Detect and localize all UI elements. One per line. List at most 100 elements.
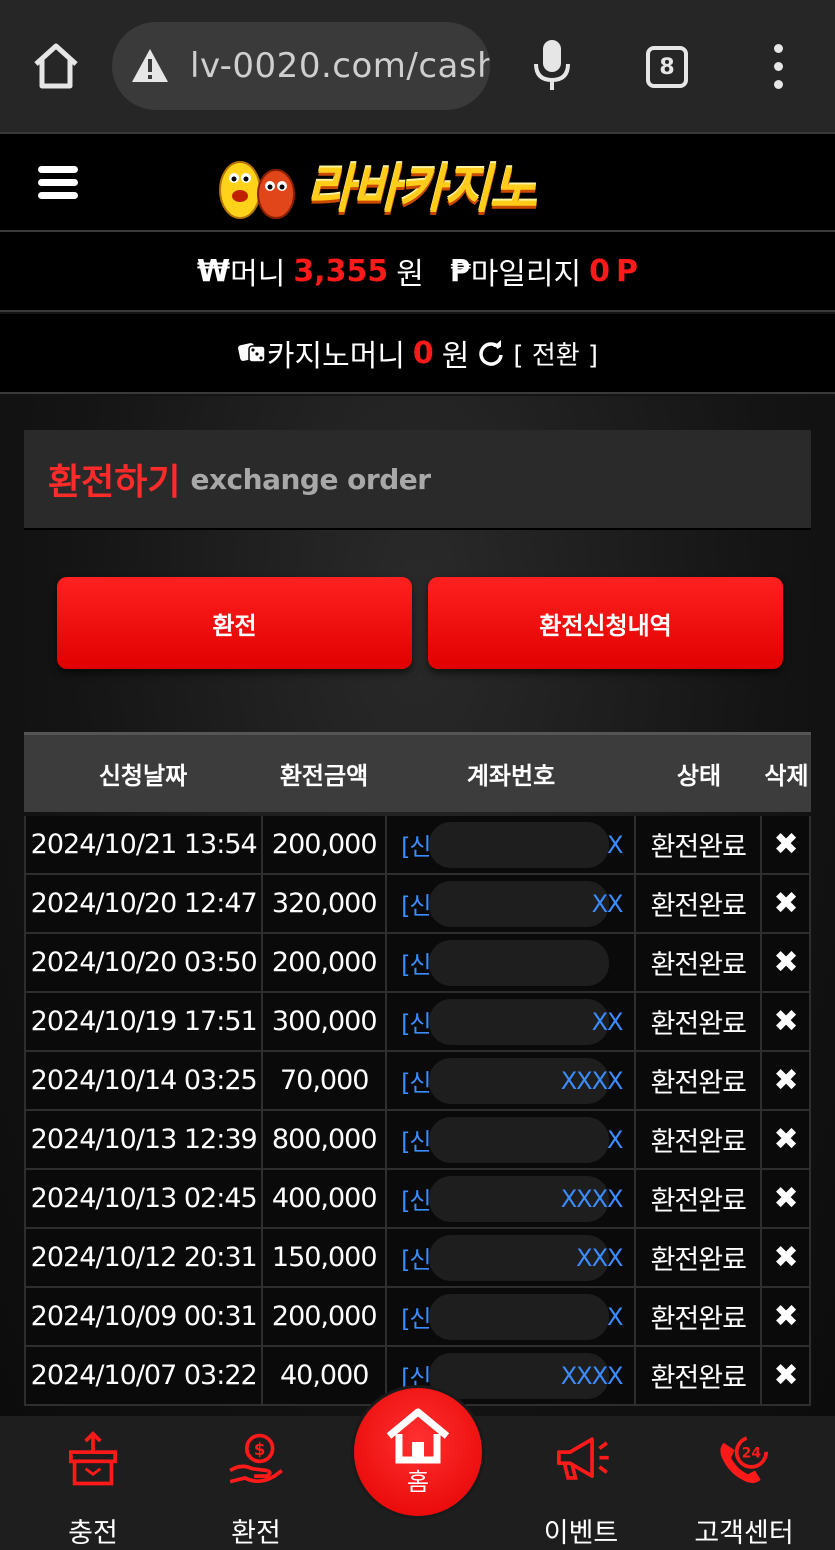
cell-amount: 300,000	[263, 993, 388, 1052]
cell-account[interactable]: [신한은	[387, 934, 637, 993]
account-prefix: [신	[401, 833, 431, 861]
svg-text:$: $	[254, 1440, 266, 1459]
nav-event-label: 이벤트	[543, 1518, 619, 1549]
account-suffix: XX	[591, 1007, 624, 1036]
deposit-box-icon	[69, 1431, 117, 1486]
redaction-mark	[429, 822, 610, 868]
mileage-label: 마일리지	[470, 257, 582, 292]
nav-charge-label: 충전	[68, 1518, 118, 1549]
cell-date: 2024/10/20 03:50	[26, 934, 264, 993]
cell-date: 2024/10/12 20:31	[26, 1229, 264, 1288]
cell-account[interactable]: [신한은XXXX	[387, 1052, 637, 1111]
cell-date: 2024/10/14 03:25	[26, 1052, 264, 1111]
logo-text: 라바카지노	[306, 159, 537, 220]
table-row: 2024/10/14 03:2570,000[신한은XXXX환전완료✖	[24, 1052, 811, 1111]
url-text: lv-0020.com/cash	[190, 46, 490, 86]
section-subtitle: exchange order	[190, 462, 431, 496]
nav-home[interactable]: 홈	[354, 1388, 482, 1516]
header-account: 계좌번호	[466, 762, 556, 790]
casino-money-label: 카지노머니	[266, 339, 405, 374]
table-row: 2024/10/12 20:31150,000[신한은XXX환전완료✖	[24, 1229, 811, 1288]
casino-money-value: 0	[412, 335, 434, 371]
site-logo[interactable]: 라바카지노	[210, 142, 630, 226]
table-body: 2024/10/21 13:54 200,000 [신 X 환전완료 ✖ 2024/10/2…	[24, 816, 811, 1406]
casino-money-unit: 원	[441, 339, 470, 374]
redaction-mark	[429, 1117, 610, 1163]
delete-icon[interactable]: ✖	[762, 1229, 811, 1288]
cell-date: 2024/10/20 12:47	[26, 875, 264, 934]
delete-icon[interactable]: ✖	[762, 1052, 811, 1111]
nav-support-label: 고객센터	[694, 1518, 794, 1549]
tab-switcher-button[interactable]: 8	[646, 46, 688, 88]
delete-icon[interactable]: ✖	[762, 816, 811, 875]
cell-date: 2024/10/21 13:54	[26, 816, 264, 875]
nav-exchange-label: 환전	[231, 1518, 281, 1549]
cell-account[interactable]: [신한은행XX	[387, 993, 637, 1052]
cell-status: 환전완료	[636, 1229, 763, 1288]
home-icon[interactable]	[30, 40, 82, 92]
table-row: 2024/10/19 17:51300,000[신한은행XX환전완료✖	[24, 993, 811, 1052]
convert-button[interactable]: [ 전환 ]	[513, 335, 598, 372]
account-suffix: XXXX	[560, 1184, 624, 1213]
delete-icon[interactable]: ✖	[762, 934, 811, 993]
account-suffix: XXXX	[560, 1066, 624, 1095]
cell-amount: 200,000	[263, 816, 388, 875]
section-title-bar: 환전하기 exchange order	[24, 430, 811, 530]
cell-account[interactable]: [신 X	[387, 816, 637, 875]
cell-amount: 320,000	[263, 875, 388, 934]
tab-count: 8	[659, 54, 675, 80]
cell-status: 환전완료	[636, 993, 763, 1052]
cell-account[interactable]: [신한은행X	[387, 1111, 637, 1170]
cell-date: 2024/10/19 17:51	[26, 993, 264, 1052]
warning-icon	[132, 49, 168, 82]
nav-event[interactable]: 이벤트	[521, 1430, 641, 1550]
exchange-button[interactable]: 환전	[57, 577, 412, 669]
table-row: 2024/10/20 03:50200,000[신한은환전완료✖	[24, 934, 811, 993]
redaction-mark	[429, 999, 610, 1045]
nav-charge[interactable]: 충전	[33, 1430, 153, 1550]
address-bar[interactable]: lv-0020.com/cash	[112, 22, 490, 110]
redaction-mark	[429, 1294, 610, 1340]
delete-icon[interactable]: ✖	[762, 1170, 811, 1229]
account-suffix: X	[607, 1302, 623, 1331]
redaction-mark	[429, 881, 610, 927]
cell-status: 환전완료	[636, 1052, 763, 1111]
hamburger-menu-icon[interactable]	[38, 166, 78, 202]
browser-menu-icon[interactable]	[770, 44, 786, 92]
larva-mascot-icon	[219, 161, 295, 219]
header-status: 상태	[676, 762, 722, 790]
balance-row-casino: 카지노머니 0 원 [ 전환 ]	[0, 314, 835, 394]
dice-icon	[237, 343, 266, 363]
nav-support[interactable]: 24 고객센터	[684, 1430, 804, 1550]
cell-amount: 400,000	[263, 1170, 388, 1229]
money-unit: 원	[396, 257, 424, 292]
delete-icon[interactable]: ✖	[762, 875, 811, 934]
won-icon: ₩	[197, 253, 231, 289]
delete-icon[interactable]: ✖	[762, 1347, 811, 1406]
cell-status: 환전완료	[636, 1111, 763, 1170]
cell-account[interactable]: [신한은X	[387, 1288, 637, 1347]
cell-status: 환전완료	[636, 1288, 763, 1347]
delete-icon[interactable]: ✖	[762, 1288, 811, 1347]
svg-text:24: 24	[742, 1446, 761, 1462]
nav-home-label: 홈	[406, 1467, 430, 1496]
house-icon	[386, 1408, 450, 1463]
mileage-unit: P	[615, 253, 638, 289]
delete-icon[interactable]: ✖	[762, 1111, 811, 1170]
exchange-history-button[interactable]: 환전신청내역	[428, 577, 783, 669]
refresh-icon[interactable]	[477, 339, 505, 367]
megaphone-icon	[557, 1437, 609, 1480]
nav-exchange[interactable]: $ 환전	[196, 1430, 316, 1550]
delete-icon[interactable]: ✖	[762, 993, 811, 1052]
table-row: 2024/10/13 02:45400,000[신한은행]XXXX환전완료✖	[24, 1170, 811, 1229]
microphone-icon[interactable]	[530, 38, 574, 94]
account-suffix: XXX	[576, 1243, 623, 1272]
coin-hand-icon: $	[229, 1433, 283, 1484]
cell-date: 2024/10/13 02:45	[26, 1170, 264, 1229]
cell-account[interactable]: [신한은XXX	[387, 1229, 637, 1288]
cell-account[interactable]: [신한은행XX	[387, 875, 637, 934]
cell-account[interactable]: [신한은행]XXXX	[387, 1170, 637, 1229]
money-value: 3,355	[293, 253, 389, 289]
main-content: 환전하기 exchange order 환전 환전신청내역 신청날짜 환전금액 …	[0, 396, 835, 1416]
cell-amount: 70,000	[263, 1052, 388, 1111]
